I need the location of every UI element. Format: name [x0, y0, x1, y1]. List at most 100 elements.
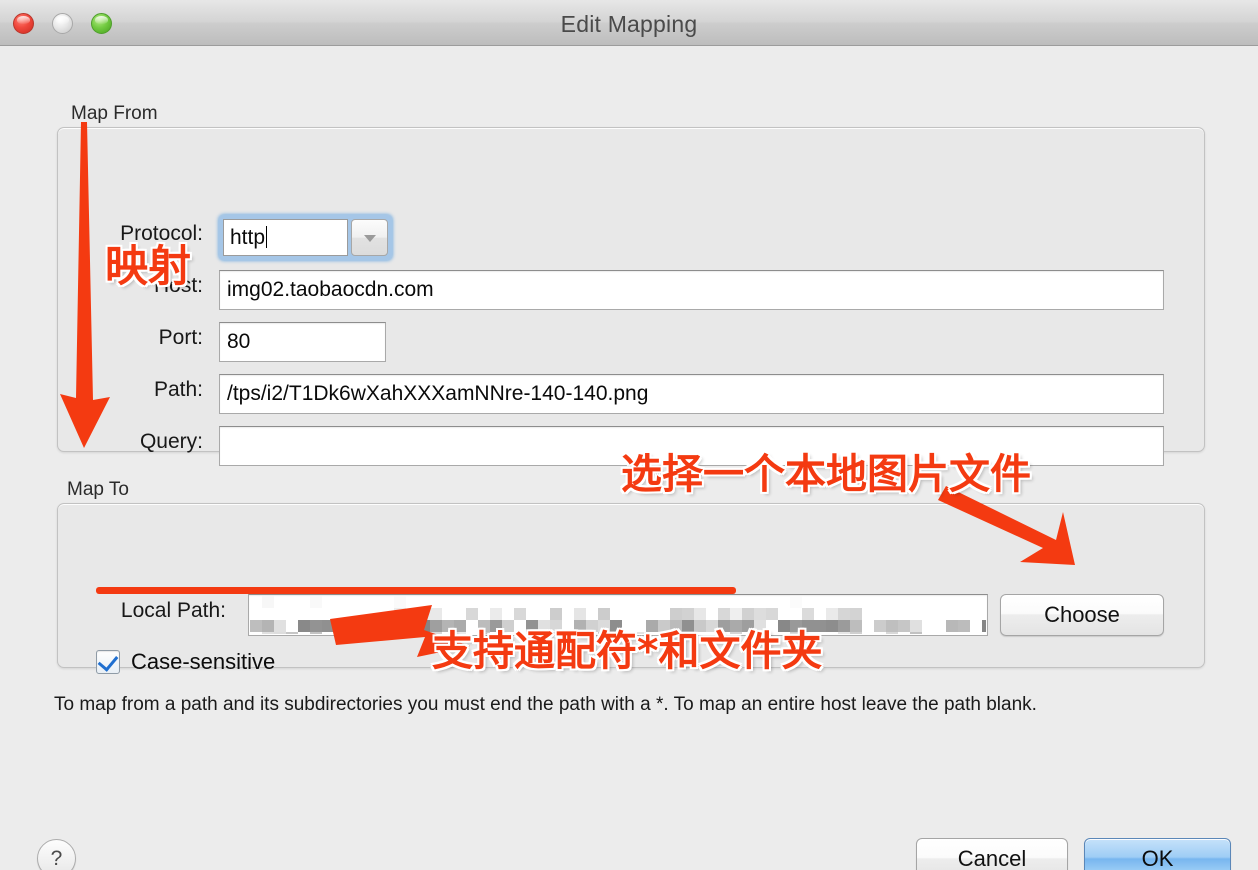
protocol-value: http [230, 226, 266, 249]
local-path-input[interactable] [248, 594, 988, 636]
mosaic-cell [322, 620, 334, 632]
mosaic-cell [670, 620, 682, 632]
mosaic-cell [790, 632, 802, 634]
mosaic-cell [874, 620, 886, 632]
mosaic-cell [982, 620, 986, 632]
host-label: Host: [153, 274, 203, 297]
mosaic-cell [730, 620, 742, 632]
mosaic-cell [910, 620, 922, 632]
mosaic-cell [418, 608, 430, 620]
case-sensitive-row[interactable]: Case-sensitive [96, 649, 275, 675]
mosaic-cell [502, 620, 514, 632]
mosaic-cell [754, 632, 766, 634]
mosaic-cell [814, 620, 826, 632]
mosaic-cell [310, 632, 322, 634]
mosaic-cell [766, 608, 778, 620]
protocol-dropdown-button[interactable] [351, 219, 388, 256]
mosaic-cell [442, 620, 454, 632]
mosaic-cell [826, 620, 838, 632]
query-input[interactable] [219, 426, 1164, 466]
mosaic-cell [586, 620, 598, 632]
mosaic-cell [310, 620, 322, 632]
mosaic-cell [598, 620, 610, 632]
redacted-local-path [250, 596, 986, 634]
path-label: Path: [153, 378, 203, 401]
mosaic-cell [850, 620, 862, 632]
window-titlebar: Edit Mapping [0, 0, 1258, 46]
mosaic-cell [898, 620, 910, 632]
mosaic-cell [394, 608, 406, 620]
mosaic-cell [682, 608, 694, 620]
mosaic-cell [466, 608, 478, 620]
mosaic-cell [790, 620, 802, 632]
mosaic-cell [598, 632, 610, 634]
mosaic-cell [298, 620, 310, 632]
mosaic-cell [778, 620, 790, 632]
query-label: Query: [139, 430, 203, 453]
mosaic-cell [706, 620, 718, 632]
mosaic-cell [730, 632, 742, 634]
mosaic-cell [646, 620, 658, 632]
case-sensitive-checkbox[interactable] [96, 650, 120, 674]
mosaic-cell [490, 608, 502, 620]
mosaic-cell [334, 620, 346, 632]
mosaic-cell [430, 608, 442, 620]
mosaic-cell [358, 620, 370, 632]
mosaic-cell [526, 632, 538, 634]
edit-mapping-window: Edit Mapping Map From Protocol: http Hos… [0, 0, 1258, 870]
mosaic-cell [550, 632, 562, 634]
mosaic-cell [634, 632, 646, 634]
mosaic-cell [598, 608, 610, 620]
mosaic-cell [850, 608, 862, 620]
footer-help-note: To map from a path and its subdirectorie… [54, 694, 1037, 715]
mosaic-cell [694, 620, 706, 632]
help-button[interactable]: ? [37, 839, 76, 870]
mosaic-cell [514, 608, 526, 620]
mosaic-cell [478, 620, 490, 632]
mosaic-cell [838, 632, 850, 634]
mosaic-cell [574, 608, 586, 620]
mosaic-cell [274, 620, 286, 632]
mosaic-cell [742, 620, 754, 632]
mosaic-cell [406, 620, 418, 632]
mosaic-cell [838, 620, 850, 632]
port-label: Port: [158, 326, 203, 349]
choose-button[interactable]: Choose [1000, 594, 1164, 636]
mosaic-cell [574, 620, 586, 632]
mosaic-cell [250, 620, 262, 632]
mosaic-cell [262, 632, 274, 634]
mosaic-cell [682, 620, 694, 632]
ok-button[interactable]: OK [1084, 838, 1231, 870]
protocol-input[interactable]: http [223, 219, 348, 256]
mosaic-cell [886, 620, 898, 632]
mosaic-cell [910, 632, 922, 634]
mosaic-cell [670, 608, 682, 620]
mosaic-cell [454, 620, 466, 632]
mosaic-cell [430, 620, 442, 632]
host-input[interactable]: img02.taobaocdn.com [219, 270, 1164, 310]
check-icon [97, 650, 119, 672]
mosaic-cell [790, 596, 802, 608]
port-input[interactable]: 80 [219, 322, 386, 362]
mosaic-cell [478, 632, 490, 634]
mosaic-cell [718, 620, 730, 632]
mosaic-cell [394, 596, 406, 608]
mosaic-cell [310, 596, 322, 608]
mosaic-cell [670, 632, 682, 634]
mosaic-cell [538, 620, 550, 632]
mosaic-cell [754, 608, 766, 620]
mosaic-cell [958, 620, 970, 632]
mosaic-cell [526, 620, 538, 632]
mosaic-cell [730, 608, 742, 620]
protocol-combobox[interactable]: http [219, 215, 392, 260]
cancel-button[interactable]: Cancel [916, 838, 1068, 870]
path-input[interactable]: /tps/i2/T1Dk6wXahXXXamNNre-140-140.png [219, 374, 1164, 414]
mosaic-cell [274, 632, 286, 634]
mosaic-cell [802, 608, 814, 620]
window-title: Edit Mapping [560, 11, 698, 37]
mosaic-cell [694, 608, 706, 620]
mosaic-cell [490, 620, 502, 632]
mosaic-cell [610, 632, 622, 634]
map-to-groupbox [57, 503, 1205, 668]
map-to-group-label: Map To [67, 479, 129, 500]
